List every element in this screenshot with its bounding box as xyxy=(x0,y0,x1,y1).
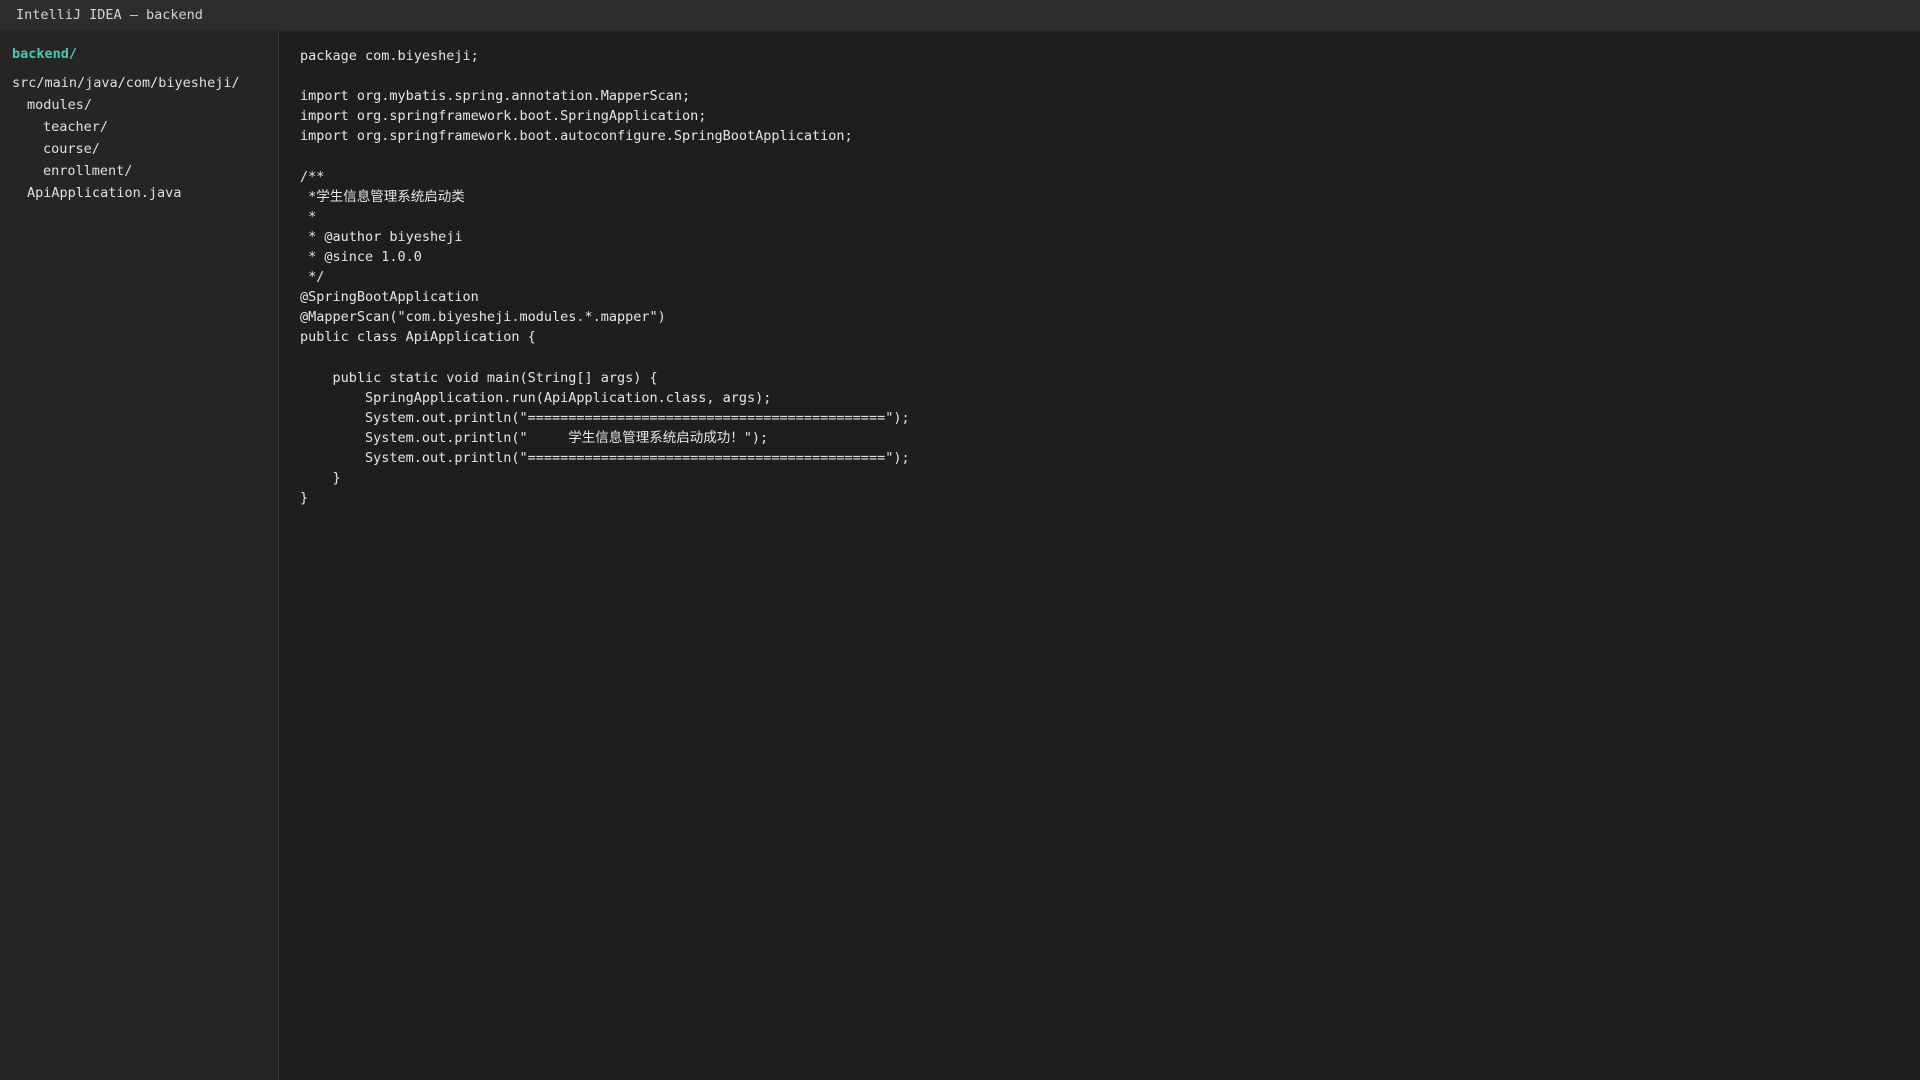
code-line: * xyxy=(300,208,317,225)
tree-item-src-path[interactable]: src/main/java/com/biyesheji/ xyxy=(12,74,240,92)
window-title: IntelliJ IDEA — backend xyxy=(16,7,203,23)
tree-item-api-application[interactable]: ApiApplication.java xyxy=(27,184,181,202)
code-line: SpringApplication.run(ApiApplication.cla… xyxy=(300,389,772,406)
code-line: System.out.println(" 学生信息管理系统启动成功！"); xyxy=(300,429,769,446)
code-line: */ xyxy=(300,269,325,286)
code-line: import org.mybatis.spring.annotation.Map… xyxy=(300,88,691,105)
title-bar: IntelliJ IDEA — backend xyxy=(0,0,1920,31)
code-line: /** xyxy=(300,168,325,185)
project-sidebar: backend/ src/main/java/com/biyesheji/ mo… xyxy=(0,31,279,1080)
code-line: public static void main(String[] args) { xyxy=(300,369,658,386)
code-line: public class ApiApplication { xyxy=(300,329,536,346)
code-line: } xyxy=(300,469,341,486)
code-content[interactable]: package com.biyesheji; import org.mybatis… xyxy=(300,46,910,508)
code-line: @SpringBootApplication xyxy=(300,289,479,306)
code-line: *学生信息管理系统启动类 xyxy=(300,188,465,205)
code-line: @MapperScan("com.biyesheji.modules.*.map… xyxy=(300,309,666,326)
code-line: * @since 1.0.0 xyxy=(300,248,422,265)
code-line: package com.biyesheji; xyxy=(300,48,479,64)
code-line: System.out.println("====================… xyxy=(300,449,910,466)
code-editor[interactable]: package com.biyesheji; import org.mybatis… xyxy=(280,31,1920,1080)
tree-item-teacher[interactable]: teacher/ xyxy=(43,118,108,136)
tree-item-enrollment[interactable]: enrollment/ xyxy=(43,162,132,180)
code-line: System.out.println("====================… xyxy=(300,409,910,426)
code-line: import org.springframework.boot.autoconf… xyxy=(300,128,853,145)
tree-root-backend[interactable]: backend/ xyxy=(12,46,77,62)
tree-item-modules[interactable]: modules/ xyxy=(27,96,92,114)
code-line: import org.springframework.boot.SpringAp… xyxy=(300,108,707,125)
code-line: * @author biyesheji xyxy=(300,228,463,245)
tree-item-course[interactable]: course/ xyxy=(43,140,100,158)
code-line: } xyxy=(300,490,309,507)
